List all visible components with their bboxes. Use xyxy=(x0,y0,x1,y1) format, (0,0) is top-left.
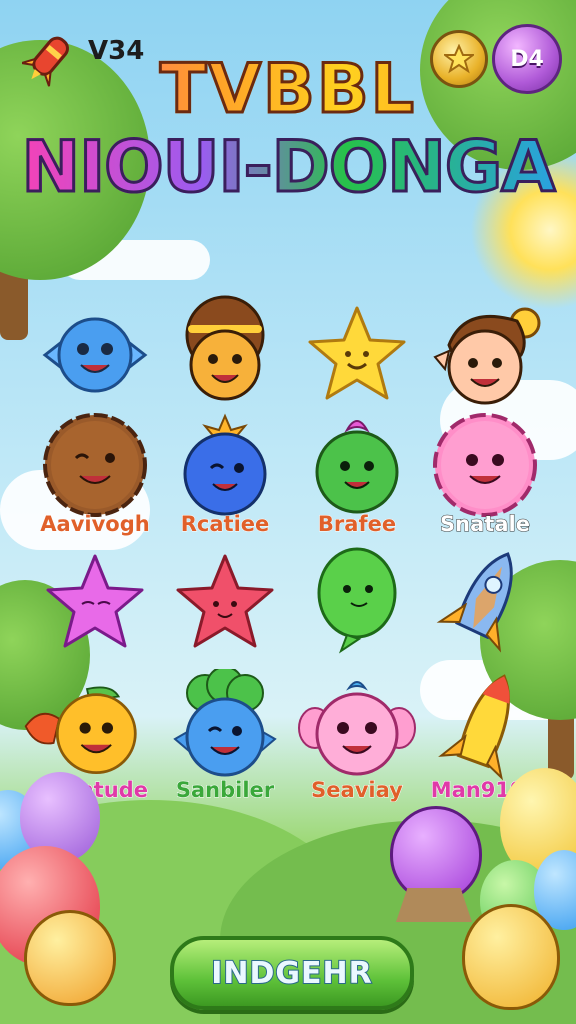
play-button[interactable]: INDGEHR xyxy=(170,936,414,1010)
character-name: Sanbiler xyxy=(175,778,275,803)
girl-face-icon xyxy=(185,295,265,401)
yellow-star-icon xyxy=(308,306,406,400)
blue-broccoli-face-icon xyxy=(173,669,277,777)
wooden-stand xyxy=(396,888,472,922)
crystal-rocket-icon xyxy=(436,552,513,653)
character-slot[interactable] xyxy=(420,538,550,668)
red-star-icon xyxy=(176,554,274,648)
character-name: Rcatiee xyxy=(180,512,270,537)
character-slot[interactable] xyxy=(160,400,290,530)
green-balloon-face-icon xyxy=(317,547,397,654)
blue-berry-face-icon xyxy=(183,413,267,516)
purple-star-icon xyxy=(46,554,144,648)
character-slot[interactable] xyxy=(292,664,422,794)
brown-cookie-face-icon xyxy=(42,412,147,517)
character-name: Aavivogh xyxy=(40,512,150,537)
character-slot[interactable] xyxy=(292,400,422,530)
orange-fruit-face-icon xyxy=(24,686,137,775)
laughing-face-balloon xyxy=(462,904,560,1010)
purple-face-balloon xyxy=(390,806,482,902)
character-slot[interactable] xyxy=(292,538,422,668)
character-slot[interactable] xyxy=(420,400,550,530)
boy-face-icon xyxy=(433,307,541,405)
pink-flower-face-icon xyxy=(432,412,537,517)
pink-axolotl-face-icon xyxy=(298,681,416,776)
character-name: Snatale xyxy=(440,512,531,537)
play-button-label: INDGEHR xyxy=(210,955,373,992)
green-sprout-face-icon xyxy=(315,420,399,514)
character-slot[interactable] xyxy=(160,664,290,794)
character-slot[interactable] xyxy=(160,538,290,668)
character-slot[interactable] xyxy=(30,400,160,530)
character-grid: Aavivogh Rcatiee Brafee Snatale Wentude … xyxy=(24,290,550,830)
character-name: Seaviay xyxy=(311,778,404,803)
character-name: Brafee xyxy=(317,512,397,537)
game-title-line2: NIOUI-DONGA xyxy=(0,125,576,210)
character-slot[interactable] xyxy=(22,664,152,794)
game-menu-screen: V34 D4 TVBBL NIOUI-DONGA xyxy=(0,0,576,1024)
game-title-line1: TVBBL xyxy=(0,49,576,131)
yellow-rocket-icon xyxy=(438,674,510,781)
character-slot[interactable] xyxy=(30,538,160,668)
yellow-face-balloon xyxy=(24,910,116,1006)
blue-candy-face-icon xyxy=(42,317,148,393)
